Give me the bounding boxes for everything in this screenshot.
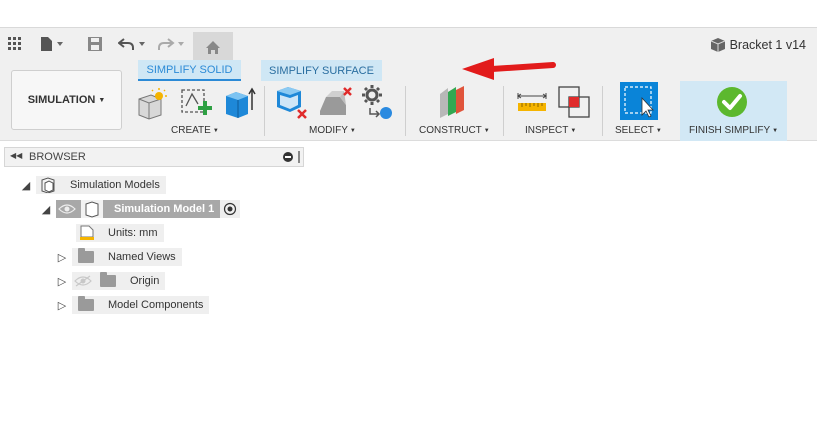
chevron-down-icon: ▼ (349, 127, 356, 134)
group-select-label: SELECT (615, 125, 654, 136)
tree-label: Simulation Models (70, 179, 160, 191)
tree-label: Origin (130, 275, 160, 287)
interference-icon[interactable] (557, 85, 593, 121)
window-select-icon[interactable] (620, 82, 658, 120)
check-icon (717, 87, 747, 117)
divider (264, 86, 265, 136)
chevron-down-icon: ▼ (772, 127, 779, 134)
collapse-left-icon[interactable]: ◀◀ (10, 151, 22, 160)
expanded-triangle-icon[interactable]: ◢ (16, 179, 36, 192)
expanded-triangle-icon[interactable]: ◢ (36, 203, 56, 216)
replace-gear-icon[interactable] (360, 84, 396, 120)
undo-icon[interactable] (118, 35, 148, 53)
group-construct[interactable]: CONSTRUCT ▼ (419, 125, 490, 136)
group-select[interactable]: SELECT ▼ (615, 125, 662, 136)
chevron-down-icon: ▼ (98, 96, 106, 104)
red-arrow-annotation (462, 58, 556, 80)
group-finish-label: FINISH SIMPLIFY (689, 125, 771, 136)
tree-node-simulation-models[interactable]: ◢ Simulation Models (16, 175, 166, 195)
group-construct-label: CONSTRUCT (419, 125, 482, 136)
tree-node-origin[interactable]: ▷ Origin (52, 271, 166, 291)
quick-access-toolbar: Bracket 1 v14 (0, 27, 817, 61)
save-icon[interactable] (88, 35, 102, 53)
group-inspect[interactable]: INSPECT ▼ (525, 125, 576, 136)
tree-label: Model Components (108, 299, 204, 311)
redo-icon[interactable] (158, 35, 188, 53)
group-modify[interactable]: MODIFY ▼ (309, 125, 356, 136)
box-sun-icon[interactable] (135, 87, 171, 121)
grid-icon[interactable] (8, 35, 22, 53)
group-create[interactable]: CREATE ▼ (171, 125, 219, 136)
chevron-down-icon: ▼ (655, 127, 662, 134)
node-box: Simulation Models (36, 176, 166, 194)
chevron-down-icon: ▼ (212, 127, 219, 134)
model-icon (81, 200, 103, 218)
workspace-switcher[interactable]: SIMULATION ▼ (11, 70, 122, 130)
minus-circle-icon[interactable] (283, 152, 293, 162)
tab-label: SIMPLIFY SOLID (146, 63, 233, 76)
tree-label: Simulation Model 1 (114, 203, 215, 215)
extrude-box-icon[interactable] (222, 86, 258, 122)
sketch-box-add-icon[interactable] (180, 86, 216, 122)
document-title-text: Bracket 1 v14 (729, 38, 806, 52)
offset-plane-icon[interactable] (437, 84, 471, 120)
measure-icon[interactable] (516, 90, 548, 116)
group-modify-label: MODIFY (309, 125, 348, 136)
node-box: Model Components (72, 296, 210, 314)
eye-hidden-icon[interactable] (74, 275, 92, 287)
remove-features-icon[interactable] (274, 85, 310, 121)
chevron-down-icon: ▼ (570, 127, 577, 134)
tree-node-named-views[interactable]: ▷ Named Views (52, 247, 182, 267)
tree-node-model-components[interactable]: ▷ Model Components (52, 295, 210, 315)
ribbon: SIMULATION ▼ SIMPLIFY SOLID SIMPLIFY SUR… (0, 58, 817, 141)
component-icon (710, 38, 725, 52)
folder-icon (78, 248, 94, 263)
radio-target-icon[interactable] (220, 200, 241, 218)
folder-icon (100, 272, 116, 287)
collapsed-triangle-icon[interactable]: ▷ (52, 299, 72, 312)
collapsed-triangle-icon[interactable]: ▷ (52, 251, 72, 264)
node-box: Simulation Model 1 (56, 200, 221, 218)
home-tab[interactable] (193, 32, 233, 61)
home-icon (206, 41, 220, 54)
top-margin (0, 0, 817, 27)
fusion-window: Bracket 1 v14 SIMULATION ▼ SIMPLIFY SOLI… (0, 0, 817, 426)
tree-label: Named Views (108, 251, 176, 263)
browser-title: BROWSER (29, 151, 86, 163)
file-icon[interactable] (40, 35, 64, 53)
chevron-down-icon: ▼ (483, 127, 490, 134)
collapsed-triangle-icon[interactable]: ▷ (52, 275, 72, 288)
group-finish-simplify[interactable]: FINISH SIMPLIFY ▼ (689, 125, 778, 136)
tab-simplify-surface[interactable]: SIMPLIFY SURFACE (261, 60, 382, 81)
folder-icon (78, 296, 94, 311)
divider (602, 86, 603, 136)
workspace-label: SIMULATION (27, 94, 96, 106)
divider (503, 86, 504, 136)
units-document-icon (80, 225, 94, 240)
group-create-label: CREATE (171, 125, 211, 136)
node-box: Origin (72, 272, 166, 290)
node-box: Named Views (72, 248, 182, 266)
divider (405, 86, 406, 136)
document-title: Bracket 1 v14 (710, 38, 806, 52)
tab-label: SIMPLIFY SURFACE (269, 64, 374, 77)
browser-panel-header: ◀◀ BROWSER (4, 147, 304, 167)
tree-node-simulation-model-1[interactable]: ◢ Simulation Model 1 (36, 199, 241, 219)
remove-fillets-icon[interactable] (318, 85, 354, 121)
tree-node-units[interactable]: Units: mm (76, 223, 164, 243)
tree-label: Units: mm (108, 227, 158, 239)
node-box: Units: mm (76, 224, 164, 242)
panel-resize-handle[interactable] (298, 151, 300, 163)
group-inspect-label: INSPECT (525, 125, 569, 136)
models-icon (41, 177, 55, 193)
tab-simplify-solid[interactable]: SIMPLIFY SOLID (138, 60, 241, 81)
eye-icon[interactable] (58, 203, 76, 215)
